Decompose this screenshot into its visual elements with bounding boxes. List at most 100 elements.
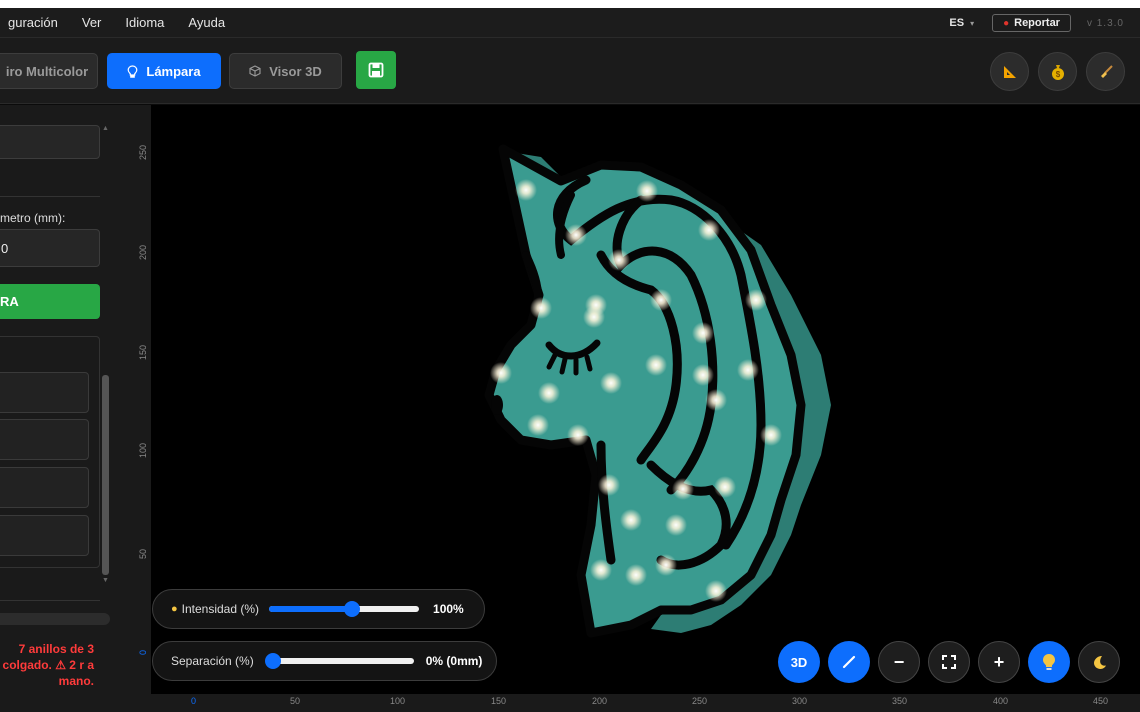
- led-glow: [538, 382, 560, 404]
- menu-ver[interactable]: Ver: [70, 15, 114, 30]
- ruler-label: 150: [491, 696, 507, 706]
- language-selector[interactable]: ES: [949, 17, 964, 29]
- led-glow: [583, 306, 605, 328]
- intensity-control: ● Intensidad (%) 100%: [152, 589, 485, 629]
- tab-visor-3d[interactable]: Visor 3D: [229, 53, 342, 89]
- led-glow: [714, 476, 736, 498]
- led-glow: [655, 554, 677, 576]
- lamp-canvas[interactable]: 250 200 150 100 50 0 0 50 100 150 200 25…: [131, 105, 1140, 712]
- list-item[interactable]: [0, 372, 89, 413]
- intensity-label: Intensidad (%): [181, 602, 260, 616]
- floppy-disk-icon: [368, 62, 384, 78]
- report-label: Reportar: [1014, 17, 1060, 29]
- clean-tool-button[interactable]: [1086, 52, 1125, 91]
- warning-message: 7 anillos de 3 colgado. ⚠ 2 r a mano.: [2, 642, 94, 688]
- sidebar-scrollbar[interactable]: [102, 375, 109, 575]
- list-item[interactable]: [0, 515, 89, 556]
- light-toggle-button[interactable]: [1028, 641, 1070, 683]
- bug-icon: ●: [1003, 17, 1010, 29]
- menubar: guración Ver Idioma Ayuda ES ▾ ● Reporta…: [0, 8, 1140, 38]
- led-glow: [665, 514, 687, 536]
- zoom-out-button[interactable]: −: [878, 641, 920, 683]
- cost-tool-button[interactable]: $: [1038, 52, 1077, 91]
- save-button[interactable]: [356, 51, 396, 89]
- menu-configuracion[interactable]: guración: [0, 15, 70, 30]
- bulb-icon: ●: [171, 603, 178, 615]
- ruler-label: 50: [290, 696, 301, 706]
- scroll-down-arrow-icon[interactable]: ▼: [102, 577, 109, 584]
- window-top-strip: [0, 0, 1140, 8]
- ruler-label: 100: [390, 696, 406, 706]
- led-glow: [567, 424, 589, 446]
- tab-visor-3d-label: Visor 3D: [269, 63, 322, 79]
- measure-tool-button[interactable]: [990, 52, 1029, 91]
- set-square-icon: [1003, 65, 1016, 78]
- moon-icon: [1094, 656, 1106, 669]
- led-glow: [490, 362, 512, 384]
- bulb-icon: [127, 64, 138, 78]
- night-mode-button[interactable]: [1078, 641, 1120, 683]
- sidebar-divider: [0, 600, 100, 601]
- led-glow: [565, 224, 587, 246]
- menu-idioma[interactable]: Idioma: [113, 15, 176, 30]
- broom-icon: [1100, 64, 1113, 78]
- led-glow: [590, 559, 612, 581]
- sidebar-top-field[interactable]: [0, 125, 100, 159]
- menu-ayuda[interactable]: Ayuda: [176, 15, 237, 30]
- separation-slider-thumb[interactable]: [265, 653, 282, 669]
- ruler-label: 300: [792, 696, 808, 706]
- list-item[interactable]: [0, 467, 89, 508]
- ruler-label: 450: [1093, 696, 1109, 706]
- fit-view-button[interactable]: [928, 641, 970, 683]
- led-glow: [636, 180, 658, 202]
- ruler-label: 350: [892, 696, 908, 706]
- led-glow: [608, 249, 630, 271]
- intensity-slider-fill: [269, 606, 352, 612]
- view-3d-button[interactable]: 3D: [778, 641, 820, 683]
- ruler-label: 200: [592, 696, 608, 706]
- ruler-label: 0: [191, 696, 197, 706]
- led-glow: [705, 580, 727, 602]
- led-glow: [645, 354, 667, 376]
- led-glow: [705, 389, 727, 411]
- plus-icon: +: [993, 651, 1005, 672]
- menu-items: guración Ver Idioma Ayuda: [0, 15, 237, 30]
- led-glow: [672, 478, 694, 500]
- intensity-slider[interactable]: [269, 601, 420, 617]
- report-button[interactable]: ● Reportar: [992, 14, 1071, 32]
- led-glow: [530, 297, 552, 319]
- separation-slider[interactable]: [265, 653, 414, 669]
- list-item[interactable]: [0, 419, 89, 460]
- tab-multicolor[interactable]: iro Multicolor: [0, 53, 98, 89]
- led-glow: [737, 359, 759, 381]
- intensity-value: 100%: [433, 602, 464, 616]
- chevron-down-icon[interactable]: ▾: [970, 19, 974, 28]
- led-glow: [515, 179, 537, 201]
- pen-icon: [842, 655, 856, 669]
- scroll-up-arrow-icon[interactable]: ▲: [102, 125, 109, 132]
- diameter-label: metro (mm):: [0, 211, 66, 225]
- separation-label: Separación (%): [171, 654, 254, 668]
- tab-lampara[interactable]: Lámpara: [107, 53, 221, 89]
- sidebar-list-panel: [0, 336, 100, 568]
- ruler-label: 250: [692, 696, 708, 706]
- draw-button[interactable]: [828, 641, 870, 683]
- horizontal-ruler: 0 50 100 150 200 250 300 350 400 450: [151, 694, 1140, 712]
- led-glow: [698, 219, 720, 241]
- sidebar-horizontal-scrollbar[interactable]: [0, 613, 110, 625]
- toolbar: iro Multicolor Lámpara Visor 3D $: [0, 38, 1140, 104]
- generate-button-label: RA: [0, 294, 19, 309]
- ruler-label: 400: [993, 696, 1009, 706]
- money-bag-icon: $: [1051, 64, 1064, 80]
- svg-text:$: $: [1055, 70, 1060, 79]
- led-glow: [625, 564, 647, 586]
- led-glow: [692, 322, 714, 344]
- zoom-in-button[interactable]: +: [978, 641, 1020, 683]
- led-glow: [600, 372, 622, 394]
- generate-button[interactable]: RA: [0, 284, 100, 319]
- menubar-right: ES ▾ ● Reportar v 1.3.0: [949, 8, 1140, 38]
- diameter-input[interactable]: 0: [0, 229, 100, 267]
- expand-icon: [942, 655, 956, 669]
- intensity-slider-thumb[interactable]: [343, 601, 360, 617]
- bulb-icon: [1043, 654, 1055, 670]
